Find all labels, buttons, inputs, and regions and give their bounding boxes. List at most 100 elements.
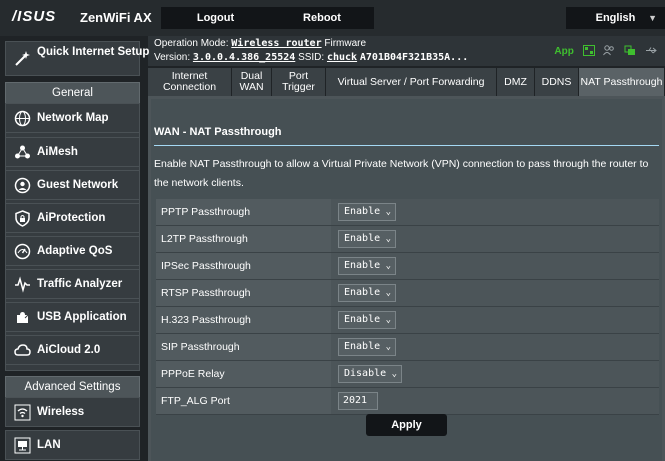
chevron-down-icon: ⌄ [385,342,391,352]
reboot-button[interactable]: Reboot [270,7,374,29]
tab-dmz[interactable]: DMZ [497,68,535,96]
setting-label: PPTP Passthrough [156,199,331,225]
chevron-down-icon: ▼ [648,13,657,23]
setting-row-pppoe: PPPoE Relay Disable ⌄ [156,361,659,388]
setting-label: FTP_ALG Port [156,388,331,414]
wifi-icon [14,404,31,421]
sidebar: Quick Internet Setup General Network Map… [0,36,149,461]
sidebar-item-lan[interactable]: LAN [5,430,140,460]
ftp-alg-port-input[interactable]: 2021 [338,392,378,410]
sidebar-item-usb-application[interactable]: USB Application [5,302,140,332]
tab-ddns[interactable]: DDNS [535,68,579,96]
setting-label: L2TP Passthrough [156,226,331,252]
sidebar-item-network-map[interactable]: Network Map [5,103,140,133]
lock-shield-icon [15,210,30,227]
apply-button[interactable]: Apply [366,414,447,436]
chevron-down-icon: ⌄ [385,261,391,271]
puzzle-icon [17,312,29,323]
ssid-link[interactable]: chuck [327,52,357,63]
logout-button[interactable]: Logout [161,7,270,29]
sidebar-header-advanced: Advanced Settings [5,376,140,398]
chevron-down-icon: ⌄ [385,234,391,244]
setting-label: PPPoE Relay [156,361,331,387]
sidebar-item-label: AiMesh [37,146,78,158]
sidebar-item-label: USB Application [37,311,127,323]
sidebar-item-label: Network Map [37,112,109,124]
copy-icon[interactable] [624,45,636,56]
language-label: English [595,12,636,24]
sip-passthrough-select[interactable]: Enable ⌄ [338,338,396,356]
language-select[interactable]: English ▼ [566,7,665,29]
operation-mode-link[interactable]: Wireless router [231,38,321,49]
setting-row-ftp-alg: FTP_ALG Port 2021 [156,388,659,415]
asus-logo: /ISUS [12,8,57,25]
sidebar-item-label: LAN [37,439,61,451]
sidebar-item-label: Quick Internet Setup [37,46,150,58]
tab-port-trigger[interactable]: Port Trigger [272,68,326,96]
chevron-down-icon: ⌄ [385,207,391,217]
title-divider [154,145,659,146]
lan-icon [14,437,31,454]
sidebar-item-wireless[interactable]: Wireless [5,397,140,427]
operation-mode: Operation Mode: Wireless router Firmware [154,38,367,49]
setting-row-ipsec: IPSec Passthrough Enable ⌄ [156,253,659,280]
setting-row-l2tp: L2TP Passthrough Enable ⌄ [156,226,659,253]
sidebar-item-guest-network[interactable]: Guest Network [5,170,140,200]
h323-passthrough-select[interactable]: Enable ⌄ [338,311,396,329]
firmware-version: Version: 3.0.0.4.386_25524 SSID: chuck A… [154,52,469,63]
top-bar: /ISUS ZenWiFi AX Logout Reboot English ▼ [0,0,665,36]
sidebar-item-label: AiProtection [37,212,106,224]
sidebar-item-label: Adaptive QoS [37,245,113,257]
qr-code-icon[interactable] [582,45,595,56]
page-title: WAN - NAT Passthrough [154,126,282,138]
rtsp-passthrough-select[interactable]: Enable ⌄ [338,284,396,302]
cloud-icon [14,344,31,356]
sidebar-item-aicloud[interactable]: AiCloud 2.0 [5,335,140,365]
tab-bar: Internet Connection Dual WAN Port Trigge… [148,66,665,96]
sidebar-item-label: Guest Network [37,179,119,191]
guest-globe-icon [14,177,31,194]
tab-internet-connection[interactable]: Internet Connection [148,68,232,96]
ssid-secondary[interactable]: A701B04F321B35A... [360,52,468,63]
gauge-icon [14,243,31,260]
ipsec-passthrough-select[interactable]: Enable ⌄ [338,257,396,275]
app-link[interactable]: App [554,46,573,57]
status-strip: Operation Mode: Wireless router Firmware… [148,36,665,66]
chevron-down-icon: ⌄ [391,369,397,379]
mesh-icon [15,145,30,159]
settings-table: PPTP Passthrough Enable ⌄ L2TP Passthroug… [156,199,659,415]
chevron-down-icon: ⌄ [385,288,391,298]
tab-virtual-server[interactable]: Virtual Server / Port Forwarding [326,68,497,96]
sidebar-item-aiprotection[interactable]: AiProtection [5,203,140,233]
setting-label: SIP Passthrough [156,334,331,360]
setting-label: H.323 Passthrough [156,307,331,333]
sidebar-header-general: General [5,82,140,104]
sidebar-item-label: Traffic Analyzer [37,278,123,290]
sidebar-item-label: AiCloud 2.0 [37,344,101,356]
sidebar-item-aimesh[interactable]: AiMesh [5,137,140,167]
page-description: Enable NAT Passthrough to allow a Virtua… [154,158,649,189]
chevron-down-icon: ⌄ [385,315,391,325]
firmware-version-link[interactable]: 3.0.0.4.386_25524 [193,52,295,63]
sidebar-item-label: Wireless [37,406,85,418]
setting-row-pptp: PPTP Passthrough Enable ⌄ [156,199,659,226]
wand-icon [15,51,30,66]
setting-row-rtsp: RTSP Passthrough Enable ⌄ [156,280,659,307]
product-name: ZenWiFi AX [80,10,152,25]
pptp-passthrough-select[interactable]: Enable ⌄ [338,203,396,221]
main-panel: WAN - NAT Passthrough Enable NAT Passthr… [148,96,665,461]
sidebar-item-adaptive-qos[interactable]: Adaptive QoS [5,236,140,266]
pppoe-relay-select[interactable]: Disable ⌄ [338,365,402,383]
setting-label: IPSec Passthrough [156,253,331,279]
sidebar-item-quick-setup[interactable]: Quick Internet Setup [5,41,149,76]
globe-icon [14,110,31,127]
setting-label: RTSP Passthrough [156,280,331,306]
tab-dual-wan[interactable]: Dual WAN [232,68,272,96]
content-panel: WAN - NAT Passthrough Enable NAT Passthr… [151,99,662,461]
usb-icon[interactable] [645,45,657,56]
l2tp-passthrough-select[interactable]: Enable ⌄ [338,230,396,248]
tab-nat-passthrough[interactable]: NAT Passthrough [579,68,665,96]
setting-row-h323: H.323 Passthrough Enable ⌄ [156,307,659,334]
sidebar-item-traffic-analyzer[interactable]: Traffic Analyzer [5,269,140,299]
users-icon[interactable] [603,45,615,56]
